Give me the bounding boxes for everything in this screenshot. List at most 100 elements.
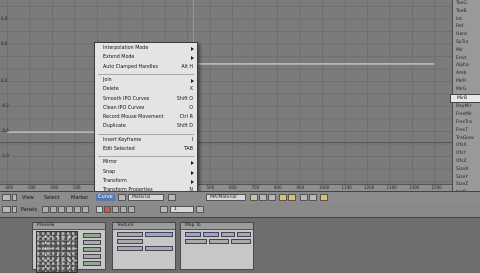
buttons-header-collapse-icon[interactable] — [12, 206, 17, 213]
ipo-channel-item[interactable]: Ref — [453, 23, 480, 31]
curve-menu-item[interactable]: Clean IPO Curves O — [95, 105, 197, 113]
logic-panel-icon[interactable] — [42, 206, 49, 213]
material-field[interactable]: MA:Material — [206, 194, 246, 201]
curve-menu-item[interactable]: Join — [95, 77, 197, 85]
ipo-channel-item[interactable]: Mir — [453, 47, 480, 55]
ipo-graph[interactable]: 1.0 0.6 0.2 -0.2 -0.6 -1.0 — [0, 0, 452, 184]
map-to-button[interactable] — [185, 232, 201, 237]
frame-field[interactable]: 1 — [170, 206, 194, 213]
object-panel-icon[interactable] — [66, 206, 73, 213]
ipo-channel-item[interactable]: OfsY — [453, 150, 480, 158]
ipo-channel-item[interactable]: Int — [453, 16, 480, 24]
preview-button[interactable] — [83, 233, 101, 238]
radiosity-subtab-icon[interactable] — [120, 206, 127, 213]
ipo-channel-item[interactable]: OfsX — [453, 142, 480, 150]
scene-panel-icon[interactable] — [82, 206, 89, 213]
curve-menu-item[interactable]: Record Mouse Movement Ctrl R — [95, 114, 197, 122]
map-to-button[interactable] — [203, 232, 219, 237]
ipo-channel-item[interactable]: Hard — [453, 31, 480, 39]
preview-button[interactable] — [83, 254, 101, 259]
ipo-channel-item[interactable]: SizeX — [453, 166, 480, 174]
material-subtab-icon[interactable] — [104, 206, 111, 213]
curve-menu-item[interactable]: Insert Keyframe I — [95, 137, 197, 145]
curve-menu-item[interactable]: Mirror — [95, 159, 197, 167]
curve-menu-item[interactable]: Transform — [95, 178, 197, 186]
ipo-channel-item[interactable]: SizeY — [453, 174, 480, 182]
ipo-channel-item[interactable]: TexB — [453, 8, 480, 16]
texture-slot[interactable] — [117, 246, 143, 251]
curve-menu-item[interactable]: Snap — [95, 169, 197, 177]
ipo-browse-icon[interactable] — [168, 194, 176, 201]
ipo-channel-item[interactable]: Alpha — [453, 62, 480, 70]
ipo-channel-item[interactable]: FresT — [453, 127, 480, 135]
buttons-window-header: Panels 1 — [0, 203, 480, 218]
texture-slot[interactable] — [145, 246, 173, 251]
world-subtab-icon[interactable] — [128, 206, 135, 213]
curve-menu-item[interactable]: Interpolation Mode — [95, 45, 197, 53]
curve-menu-item[interactable]: Edit Selected TAB — [95, 146, 197, 154]
lamp-subtab-icon[interactable] — [96, 206, 103, 213]
curve-menu-item[interactable]: Delete X — [95, 86, 197, 94]
key-icon[interactable] — [250, 194, 258, 201]
ipo-channel-item[interactable]: Emit — [453, 55, 480, 63]
paste-icon[interactable] — [309, 194, 317, 201]
script-panel-icon[interactable] — [50, 206, 57, 213]
map-to-button[interactable] — [221, 232, 235, 237]
ipo-channel-item[interactable]: OfsZ — [453, 158, 480, 166]
ipo-channel-item[interactable]: FresTra — [453, 119, 480, 127]
zoom-icon[interactable] — [279, 194, 287, 201]
record-icon[interactable] — [320, 194, 328, 201]
preview-button[interactable] — [83, 261, 101, 266]
ipo-channel-item[interactable]: RayMir — [453, 103, 480, 111]
editing-panel-icon[interactable] — [74, 206, 81, 213]
lock-icon[interactable] — [259, 194, 267, 201]
map-to-button[interactable] — [237, 232, 251, 237]
ipo-channel-item[interactable]: MirG — [453, 86, 480, 94]
pin-icon[interactable] — [268, 194, 276, 201]
panels-label[interactable]: Panels — [21, 207, 37, 213]
ipo-channel-item[interactable]: SpTra — [453, 39, 480, 47]
ipo-channel-item[interactable]: MirB — [450, 93, 480, 104]
frame-prev-icon[interactable] — [160, 206, 168, 213]
curve-menu-item[interactable]: Auto Clamped Handles Alt H — [95, 64, 197, 72]
menu-curve[interactable]: Curve — [96, 194, 115, 201]
preview-button[interactable] — [83, 240, 101, 245]
texture-slot[interactable] — [145, 232, 173, 237]
curve-menu-item-label: Insert Keyframe — [103, 137, 142, 143]
curve-menu-item-label: Join — [103, 77, 112, 83]
curve-menu-item[interactable]: Extend Mode — [95, 54, 197, 62]
curve-menu-item[interactable]: Duplicate Shift D — [95, 123, 197, 131]
curve-menu[interactable]: Interpolation Mode Extend Mode Auto Clampe… — [94, 42, 198, 193]
preview-button[interactable] — [83, 247, 101, 252]
header-collapse-icon[interactable] — [12, 194, 17, 201]
texture-slot[interactable] — [117, 239, 143, 244]
map-to-button[interactable] — [231, 239, 251, 244]
ipo-channel-item[interactable]: MirR — [453, 78, 480, 86]
buttons-editor-type-icon[interactable] — [2, 206, 11, 213]
curve-menu-item[interactable]: Smooth IPO Curves Shift O — [95, 96, 197, 104]
ipo-channel-item[interactable]: TexG — [453, 0, 480, 8]
ipo-type-icon[interactable] — [118, 194, 126, 201]
menu-marker[interactable]: Marker — [71, 195, 88, 201]
editor-type-icon[interactable] — [2, 194, 11, 201]
map-to-button[interactable] — [185, 239, 207, 244]
map-to-button[interactable] — [209, 239, 229, 244]
menu-view[interactable]: View — [22, 195, 34, 201]
ipo-curve[interactable] — [0, 0, 452, 184]
view-all-icon[interactable] — [288, 194, 296, 201]
shading-panel-icon[interactable] — [58, 206, 65, 213]
texture-slot[interactable] — [117, 232, 143, 237]
frame-next-icon[interactable] — [196, 206, 204, 213]
x-axis-label: 1400 — [409, 185, 420, 190]
menu-select[interactable]: Select — [44, 195, 59, 201]
ipo-channel-item[interactable]: SizeZ — [453, 181, 480, 189]
ipo-channel-item[interactable]: Amb — [453, 70, 480, 78]
x-axis-label: -400 — [4, 185, 14, 190]
x-axis-label: 500 — [206, 185, 215, 190]
texture-subtab-icon[interactable] — [112, 206, 119, 213]
ipo-channel-item[interactable]: FresMir — [453, 111, 480, 119]
copy-icon[interactable] — [300, 194, 308, 201]
ipo-type-select[interactable]: Material — [128, 194, 164, 201]
ipo-channel-item[interactable]: TraGlow — [453, 135, 480, 143]
ipo-channel-list[interactable]: TexG TexB Int Ref Hard SpTra Mir Emit Alpha Amb Mi… — [450, 0, 480, 195]
